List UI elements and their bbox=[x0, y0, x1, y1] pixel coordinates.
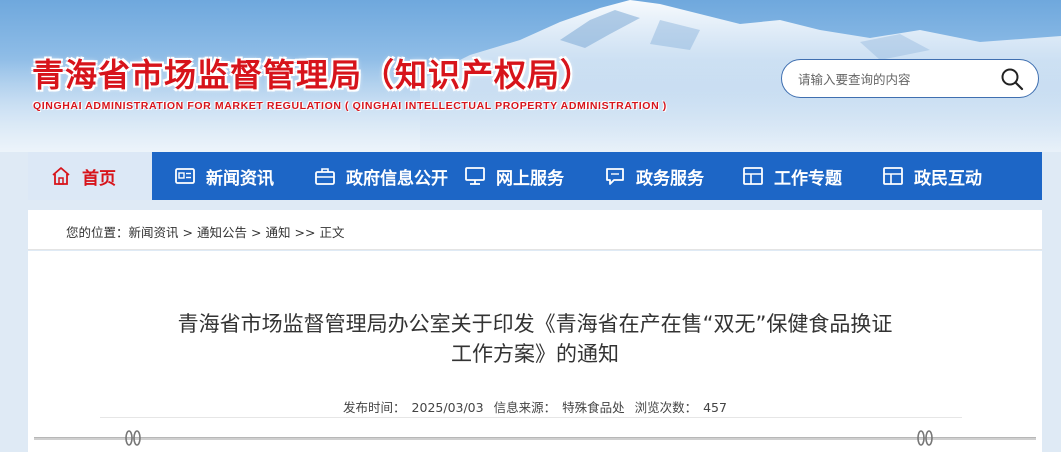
nav-item-gov-info[interactable]: 政府信息公开 bbox=[314, 152, 448, 200]
publish-date: 2025/03/03 bbox=[411, 400, 484, 415]
publish-date-label: 发布时间： bbox=[343, 400, 406, 415]
nav-label-gov-service: 政务服务 bbox=[636, 168, 704, 189]
breadcrumb-link-announcements[interactable]: 通知公告 bbox=[197, 225, 247, 240]
nav-label-gov-info: 政府信息公开 bbox=[346, 168, 448, 189]
nav-item-news[interactable]: 新闻资讯 bbox=[174, 152, 274, 200]
breadcrumb-prefix: 您的位置： bbox=[66, 225, 129, 240]
breadcrumb-link-notices[interactable]: 通知 bbox=[266, 225, 291, 240]
window-icon bbox=[743, 167, 763, 185]
article-meta: 发布时间： 2025/03/03 信息来源： 特殊食品处 浏览次数： 457 bbox=[28, 397, 1042, 416]
nav-item-gov-service[interactable]: 政务服务 bbox=[604, 152, 704, 200]
article-title-line2: 工作方案》的通知 bbox=[451, 342, 619, 366]
nav-item-home[interactable]: 首页 bbox=[28, 152, 152, 200]
binder-ring-icon bbox=[917, 430, 933, 446]
meta-divider bbox=[100, 417, 962, 418]
breadcrumb-separator: >> bbox=[294, 225, 316, 240]
nav-label-topics: 工作专题 bbox=[774, 168, 842, 189]
nav-item-topics[interactable]: 工作专题 bbox=[742, 152, 842, 200]
breadcrumb-separator: > bbox=[251, 225, 262, 240]
site-subtitle: QINGHAI ADMINISTRATION FOR MARKET REGULA… bbox=[33, 100, 667, 112]
binder-ring-icon bbox=[125, 430, 141, 446]
nav-label-online-service: 网上服务 bbox=[496, 168, 564, 189]
search-box bbox=[781, 59, 1039, 98]
breadcrumb-link-news[interactable]: 新闻资讯 bbox=[129, 225, 179, 240]
source-label: 信息来源： bbox=[493, 400, 557, 415]
briefcase-icon bbox=[315, 168, 335, 185]
nav-item-online-service[interactable]: 网上服务 bbox=[464, 152, 564, 200]
main-nav: 首页 新闻资讯 政府信息公开 网上服务 政务服务 工作专题 政民互动 bbox=[28, 152, 1042, 200]
nav-item-interaction[interactable]: 政民互动 bbox=[882, 152, 982, 200]
nav-label-interaction: 政民互动 bbox=[914, 168, 982, 189]
breadcrumb-separator: > bbox=[182, 225, 194, 240]
news-icon bbox=[175, 168, 195, 184]
breadcrumb: 您的位置：新闻资讯 > 通知公告 > 通知 >> 正文 bbox=[66, 222, 345, 241]
header-banner: 青海省市场监督管理局（知识产权局） QINGHAI ADMINISTRATION… bbox=[0, 0, 1061, 152]
search-input[interactable] bbox=[798, 68, 988, 90]
site-title: 青海省市场监督管理局（知识产权局） bbox=[32, 56, 594, 94]
breadcrumb-current: 正文 bbox=[319, 225, 345, 240]
source-value: 特殊食品处 bbox=[562, 400, 625, 415]
nav-label-news: 新闻资讯 bbox=[206, 168, 274, 189]
search-button[interactable] bbox=[1000, 67, 1024, 91]
chat-icon bbox=[606, 168, 624, 185]
views-count: 457 bbox=[703, 400, 727, 415]
search-icon bbox=[1001, 68, 1024, 91]
article-container: 青海省市场监督管理局办公室关于印发《青海省在产在售“双无”保健食品换证 工作方案… bbox=[28, 251, 1042, 452]
monitor-icon bbox=[465, 167, 485, 185]
article-title: 青海省市场监督管理局办公室关于印发《青海省在产在售“双无”保健食品换证 工作方案… bbox=[88, 309, 982, 369]
views-label: 浏览次数： bbox=[634, 400, 698, 415]
breadcrumb-bar: 您的位置：新闻资讯 > 通知公告 > 通知 >> 正文 bbox=[28, 210, 1042, 250]
scroll-rail-divider bbox=[34, 437, 1036, 440]
article-title-line1: 青海省市场监督管理局办公室关于印发《青海省在产在售“双无”保健食品换证 bbox=[177, 312, 893, 336]
window-icon bbox=[883, 167, 903, 185]
nav-label-home: 首页 bbox=[82, 168, 116, 189]
home-icon bbox=[52, 167, 70, 185]
